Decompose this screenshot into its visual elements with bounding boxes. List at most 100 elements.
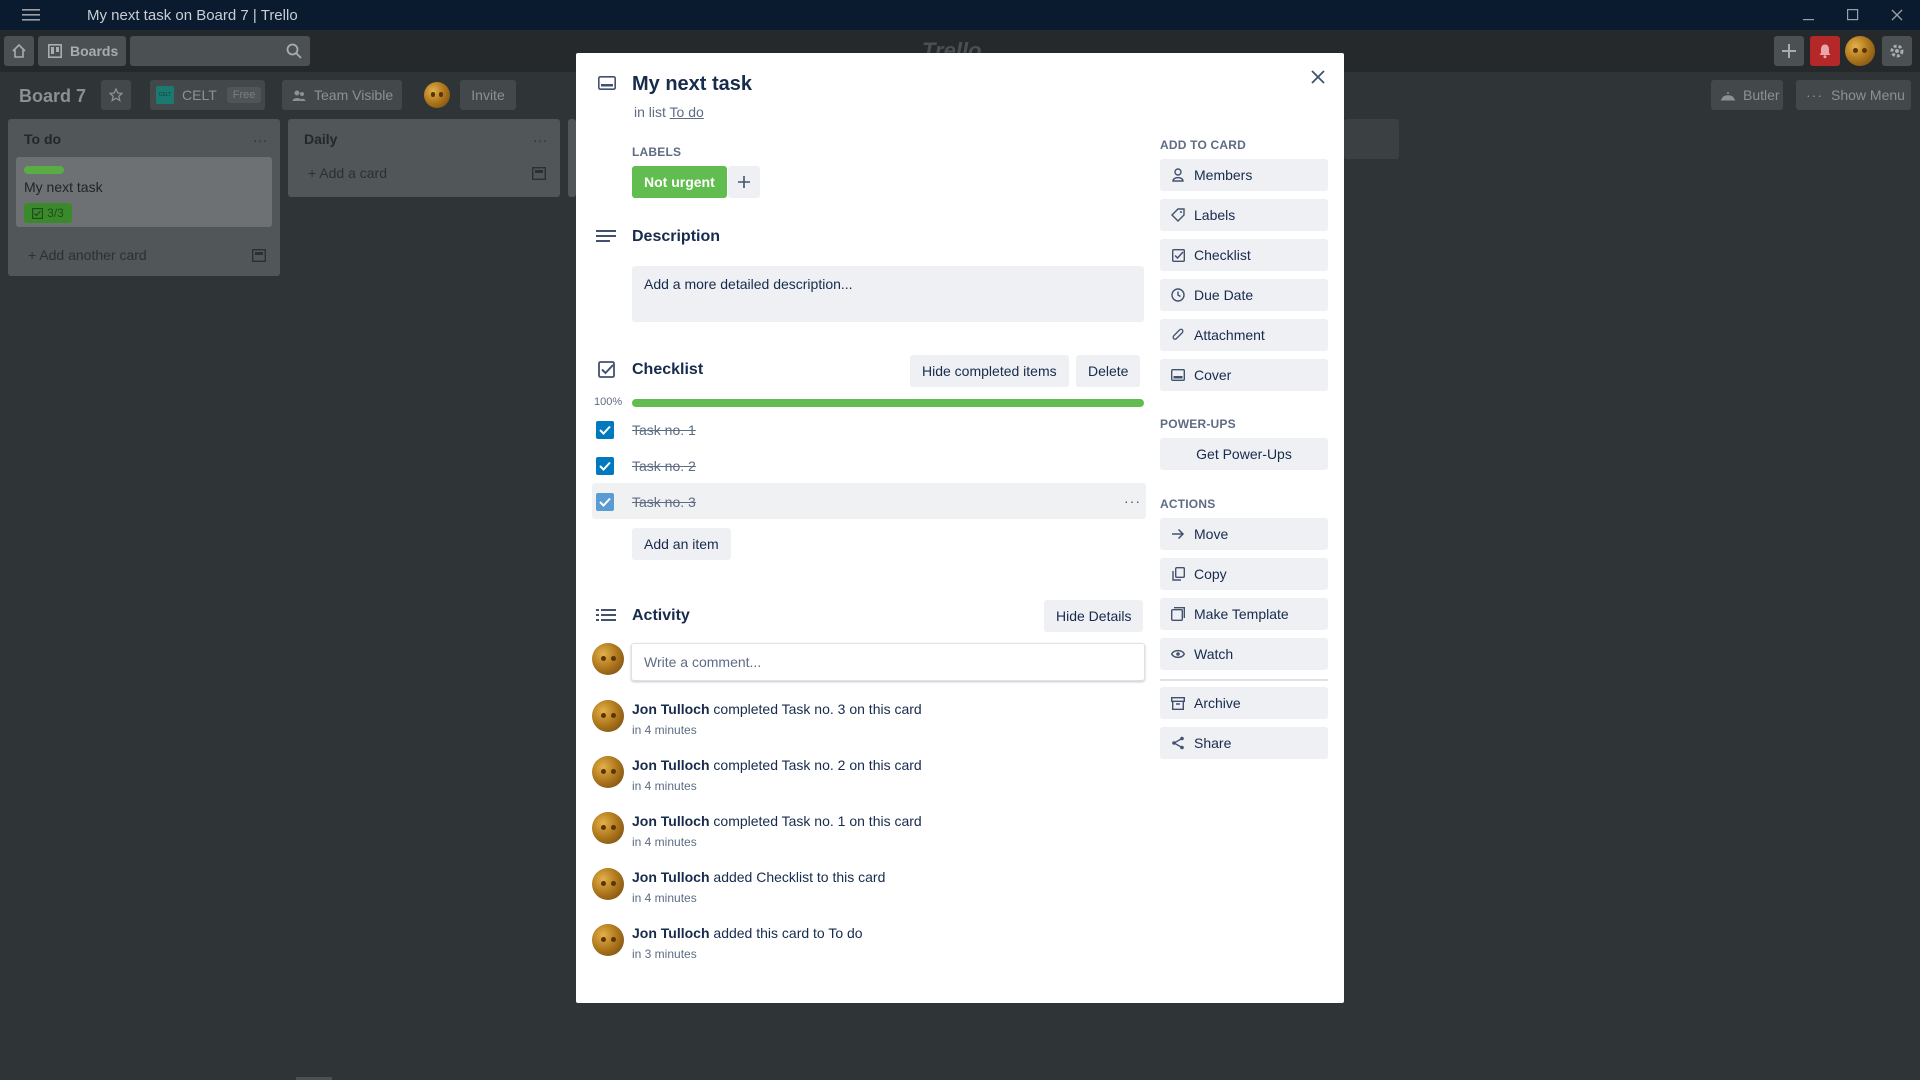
home-button[interactable] [4,36,34,66]
team-button[interactable]: CELT CELT Free [150,80,265,110]
activity-time[interactable]: in 3 minutes [632,947,697,961]
boards-icon [48,44,62,58]
search-input[interactable] [130,36,310,66]
activity-time[interactable]: in 4 minutes [632,891,697,905]
activity-avatar[interactable] [592,756,624,788]
activity-avatar[interactable] [592,868,624,900]
maximize-button[interactable] [1830,0,1876,30]
share-button[interactable]: Share [1160,727,1328,759]
description-input[interactable]: Add a more detailed description... [632,266,1144,322]
activity-user[interactable]: Jon Tulloch [632,701,710,717]
bell-icon [1817,43,1833,59]
activity-entry: Jon Tulloch completed Task no. 3 on this… [632,701,922,717]
hide-completed-items-button[interactable]: Hide completed items [910,355,1069,387]
checklist-progress-text: 100% [594,396,623,408]
butler-icon [1721,88,1735,102]
attachment-button[interactable]: Attachment [1160,319,1328,351]
minimize-button[interactable] [1786,0,1832,30]
checklist-item-checkbox[interactable] [596,493,614,511]
add-label-button[interactable] [728,166,760,198]
activity-time[interactable]: in 4 minutes [632,723,697,737]
archive-button[interactable]: Archive [1160,687,1328,719]
checklist-item-checkbox[interactable] [596,421,614,439]
activity-time[interactable]: in 4 minutes [632,779,697,793]
actions-divider [1160,679,1328,681]
activity-user[interactable]: Jon Tulloch [632,757,710,773]
checklist-heading[interactable]: Checklist [632,361,703,379]
make-template-button[interactable]: Make Template [1160,598,1328,630]
boards-button[interactable]: Boards [38,36,126,66]
members-label: Members [1194,167,1253,183]
checklist-icon [1170,248,1186,262]
activity-user[interactable]: Jon Tulloch [632,925,710,941]
card-template-icon[interactable] [532,167,546,180]
due-date-button[interactable]: Due Date [1160,279,1328,311]
list-link[interactable]: To do [670,104,704,120]
hide-details-button[interactable]: Hide Details [1044,600,1144,632]
show-menu-button[interactable]: ··· Show Menu [1796,80,1911,110]
star-icon [109,88,123,102]
archive-icon [1170,696,1186,710]
list-daily: Daily ... + Add a card [288,119,560,197]
star-button[interactable] [101,80,131,110]
add-a-card-button[interactable]: + Add a card [308,165,387,181]
search-icon[interactable] [286,43,302,59]
team-visibility-icon [292,88,306,102]
notifications-button[interactable] [1810,36,1840,66]
checklist-item-text[interactable]: Task no. 3 [632,494,696,510]
get-power-ups-button[interactable]: Get Power-Ups [1160,438,1328,470]
create-button[interactable] [1774,36,1804,66]
board-title[interactable]: Board 7 [19,86,86,107]
settings-button[interactable] [1882,36,1912,66]
members-button[interactable]: Members [1160,159,1328,191]
current-user-avatar [592,643,624,675]
checklist-badge: 3/3 [24,203,72,223]
card-template-icon[interactable] [252,249,266,262]
invite-button[interactable]: Invite [460,80,516,110]
add-another-card-button[interactable]: + Add another card [28,247,147,263]
member-avatar[interactable] [424,82,450,108]
checklist-item-text[interactable]: Task no. 1 [632,422,696,438]
comment-placeholder: Write a comment... [644,654,762,670]
checklist-item-checkbox[interactable] [596,457,614,475]
add-list-placeholder[interactable] [1344,119,1399,159]
copy-icon [1170,567,1186,581]
activity-avatar[interactable] [592,924,624,956]
checklist-item-text[interactable]: Task no. 2 [632,458,696,474]
list-menu-button[interactable]: ... [533,129,548,145]
due-date-label: Due Date [1194,287,1254,303]
card-icon [598,76,616,90]
card-title-heading[interactable]: My next task [632,73,752,96]
activity-user[interactable]: Jon Tulloch [632,813,710,829]
watch-button[interactable]: Watch [1160,638,1328,670]
list-menu-button[interactable]: ... [253,129,268,145]
activity-avatar[interactable] [592,812,624,844]
activity-user[interactable]: Jon Tulloch [632,869,710,885]
checklist-item-menu-icon[interactable]: ··· [1124,493,1141,509]
add-checklist-item-button[interactable]: Add an item [632,528,731,560]
clock-icon [1170,288,1186,302]
comment-input[interactable]: Write a comment... [631,643,1145,681]
visibility-button[interactable]: Team Visible [282,80,402,110]
activity-avatar[interactable] [592,700,624,732]
show-menu-label: Show Menu [1831,87,1905,103]
cover-button[interactable]: Cover [1160,359,1328,391]
card-my-next-task[interactable]: My next task 3/3 [16,157,272,227]
user-avatar[interactable] [1845,36,1875,66]
checklist-button[interactable]: Checklist [1160,239,1328,271]
labels-button[interactable]: Labels [1160,199,1328,231]
activity-entry: Jon Tulloch completed Task no. 2 on this… [632,757,922,773]
close-icon[interactable] [1311,70,1325,84]
label-not-urgent[interactable]: Not urgent [632,166,727,198]
hamburger-menu-icon[interactable] [22,8,40,22]
close-window-button[interactable] [1874,0,1920,30]
activity-time[interactable]: in 4 minutes [632,835,697,849]
delete-checklist-button[interactable]: Delete [1076,355,1141,387]
list-title[interactable]: To do [24,131,61,147]
team-logo: CELT [156,86,174,104]
copy-button[interactable]: Copy [1160,558,1328,590]
tag-icon [1170,208,1186,222]
list-title[interactable]: Daily [304,131,337,147]
butler-button[interactable]: Butler [1711,80,1783,110]
move-button[interactable]: Move [1160,518,1328,550]
